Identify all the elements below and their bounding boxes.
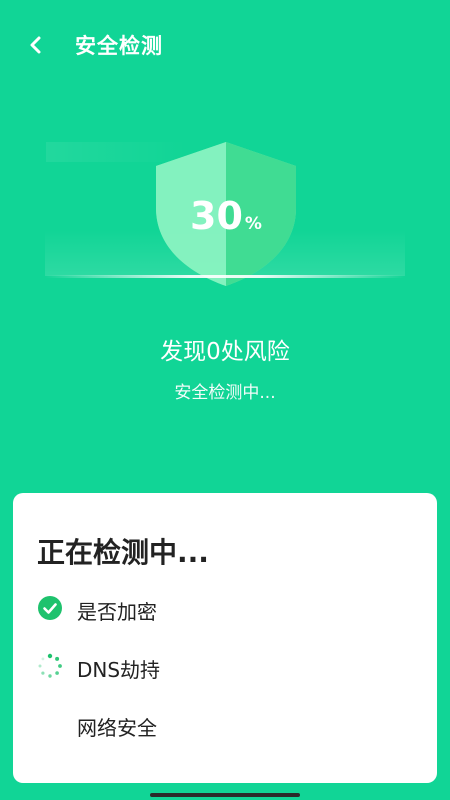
scan-status: 安全检测中... [174, 383, 276, 403]
home-indicator[interactable] [150, 793, 300, 797]
top-bar: 安全检测 [0, 0, 450, 92]
progress-unit: % [244, 214, 262, 234]
checklist-item-label: 是否加密 [77, 600, 157, 624]
checklist-card: 正在检测中... 是否加密 DNS劫持 网络安全 [13, 493, 437, 783]
shield-progress: 30% [154, 138, 298, 288]
back-button[interactable] [22, 30, 50, 60]
risk-summary: 发现0处风险 [160, 339, 290, 365]
checklist-item-label: DNS劫持 [77, 658, 161, 682]
progress-percent: 30% [154, 194, 298, 238]
checklist-title: 正在检测中... [37, 536, 209, 569]
progress-value: 30 [190, 194, 243, 238]
chevron-left-icon [30, 36, 41, 54]
page-title: 安全检测 [75, 34, 163, 58]
loading-spinner-icon [38, 653, 62, 678]
scan-line [45, 275, 405, 278]
checklist-item-label: 网络安全 [77, 716, 157, 740]
check-circle-icon [38, 596, 62, 620]
